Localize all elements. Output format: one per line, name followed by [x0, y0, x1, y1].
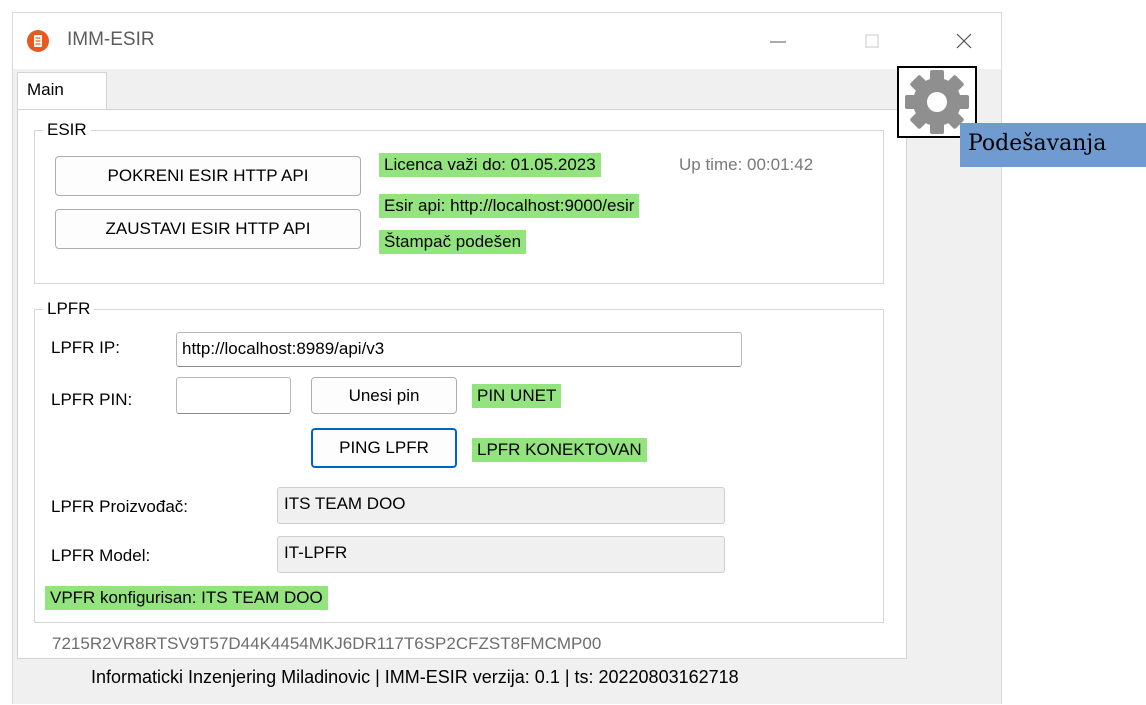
lpfr-pin-input[interactable]	[176, 377, 291, 414]
status-bar: Informaticki Inzenjering Miladinovic | I…	[13, 653, 1001, 705]
lpfr-manufacturer-field: ITS TEAM DOO	[277, 487, 725, 524]
printer-status: Štampač podešen	[379, 230, 527, 254]
close-icon	[956, 33, 972, 49]
maximize-button[interactable]	[849, 23, 895, 59]
lpfr-manufacturer-label: LPFR Proizvođač:	[51, 497, 188, 516]
pin-status: PIN UNET	[472, 384, 562, 408]
window-title: IMM-ESIR	[67, 29, 155, 50]
enter-pin-button[interactable]: Unesi pin	[311, 377, 457, 414]
ping-status: LPFR KONEKTOVAN	[472, 438, 647, 462]
start-esir-api-button[interactable]: POKRENI ESIR HTTP API	[55, 156, 361, 196]
lpfr-ip-label: LPFR IP:	[51, 338, 120, 357]
esir-group: ESIR POKRENI ESIR HTTP API ZAUSTAVI ESIR…	[34, 120, 884, 284]
lpfr-model-label: LPFR Model:	[51, 546, 151, 565]
lpfr-pin-label: LPFR PIN:	[51, 390, 133, 409]
tab-main[interactable]: Main	[17, 72, 107, 110]
lpfr-group-legend: LPFR	[43, 299, 95, 319]
ping-lpfr-button[interactable]: PING LPFR	[311, 428, 457, 468]
settings-label[interactable]: Podešavanja	[960, 123, 1146, 167]
license-status: Licenca važi do: 01.05.2023	[379, 153, 601, 177]
vpfr-status: VPFR konfigurisan: ITS TEAM DOO	[45, 586, 328, 610]
main-tab-panel: ESIR POKRENI ESIR HTTP API ZAUSTAVI ESIR…	[17, 109, 907, 659]
minimize-icon	[770, 41, 786, 43]
stop-esir-api-button[interactable]: ZAUSTAVI ESIR HTTP API	[55, 209, 361, 249]
minimize-button[interactable]	[755, 23, 801, 59]
app-logo-icon	[27, 30, 49, 52]
footer-text: Informaticki Inzenjering Miladinovic | I…	[91, 667, 739, 687]
lpfr-group: LPFR LPFR IP: http://localhost:8989/api/…	[34, 299, 884, 623]
app-window: IMM-ESIR Main ESIR POKRENI ESIR HTTP API…	[12, 12, 1002, 704]
esir-group-legend: ESIR	[43, 120, 91, 140]
uptime-label: Up time: 00:01:42	[679, 155, 814, 174]
lpfr-model-field: IT-LPFR	[277, 536, 725, 573]
title-bar[interactable]: IMM-ESIR	[13, 13, 1001, 69]
serial-number: 7215R2VR8RTSV9T57D44K4454MKJ6DR117T6SP2C…	[52, 634, 602, 653]
close-button[interactable]	[941, 23, 987, 59]
maximize-icon	[865, 34, 879, 48]
lpfr-ip-input[interactable]: http://localhost:8989/api/v3	[176, 332, 742, 367]
esir-api-url: Esir api: http://localhost:9000/esir	[379, 194, 640, 218]
